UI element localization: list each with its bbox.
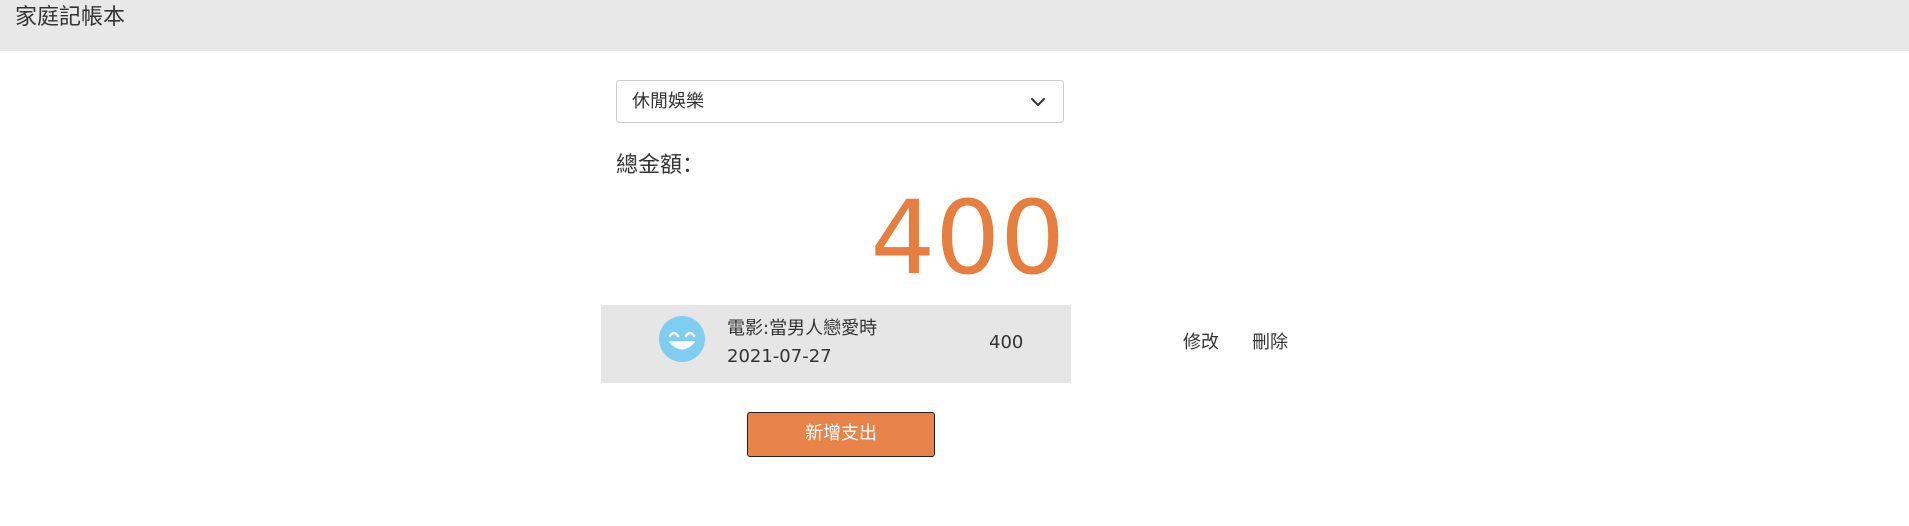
delete-link[interactable]: 刪除 — [1252, 331, 1288, 355]
expense-amount: 400 — [989, 332, 1024, 353]
expense-date: 2021-07-27 — [727, 346, 832, 367]
top-bar: 家庭記帳本 — [0, 0, 1909, 51]
total-label: 總金額： — [616, 153, 705, 178]
expense-name: 電影:當男人戀愛時 — [727, 318, 878, 339]
expense-row: 電影:當男人戀愛時 2021-07-27 400 — [601, 305, 1071, 383]
total-amount: 400 — [870, 179, 1065, 298]
grinning-face-icon — [659, 316, 705, 362]
edit-link[interactable]: 修改 — [1183, 331, 1219, 355]
category-selected-value: 休閒娛樂 — [632, 91, 704, 112]
chevron-down-icon — [1031, 98, 1045, 106]
category-select[interactable]: 休閒娛樂 — [616, 80, 1064, 123]
add-expense-button[interactable]: 新增支出 — [747, 412, 935, 457]
app-title: 家庭記帳本 — [15, 5, 126, 30]
